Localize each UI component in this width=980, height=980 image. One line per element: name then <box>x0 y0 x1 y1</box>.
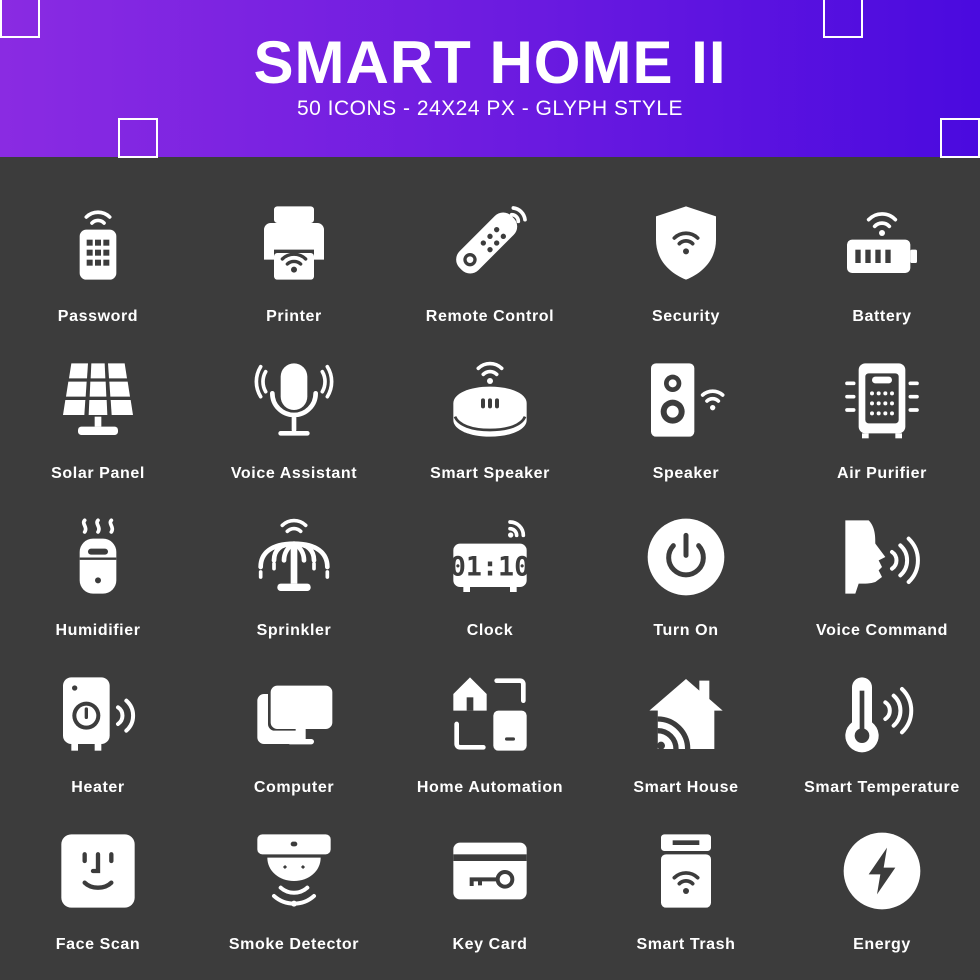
decorative-square <box>940 118 980 158</box>
icon-label: Smart Trash <box>636 936 736 953</box>
icon-card-clock: 01:10 Clock <box>392 471 588 639</box>
digital-clock-icon: 01:10 <box>450 520 530 592</box>
microphone-icon <box>254 363 334 436</box>
icon-card-printer: Printer <box>196 157 392 325</box>
smart-trash-icon <box>661 834 711 908</box>
icon-card-battery: Battery <box>784 157 980 325</box>
icon-card-smart-speaker: Smart Speaker <box>392 314 588 482</box>
air-purifier-icon <box>845 363 919 439</box>
speaker-icon <box>651 363 725 437</box>
energy-bolt-icon <box>843 832 921 910</box>
printer-icon <box>264 206 324 280</box>
icon-card-solar-panel: Solar Panel <box>0 314 196 482</box>
password-remote-icon <box>79 210 117 280</box>
icon-card-energy: Energy <box>784 785 980 953</box>
icon-label: Energy <box>853 936 911 953</box>
power-icon <box>647 518 725 596</box>
icon-card-sprinkler: Sprinkler <box>196 471 392 639</box>
icon-card-air-purifier: Air Purifier <box>784 314 980 482</box>
icon-card-password: Password <box>0 157 196 325</box>
icon-card-computer: Computer <box>196 628 392 796</box>
icon-card-smart-temperature: Smart Temperature <box>784 628 980 796</box>
page-title: SMART HOME II <box>253 29 727 96</box>
home-automation-icon <box>453 677 527 751</box>
face-scan-icon <box>61 834 135 908</box>
icon-label: Key Card <box>452 936 528 953</box>
icon-card-face-scan: Face Scan <box>0 785 196 953</box>
thermometer-icon <box>845 677 914 753</box>
icon-card-humidifier: Humidifier <box>0 471 196 639</box>
sprinkler-icon <box>258 518 330 591</box>
battery-icon <box>847 212 917 273</box>
icon-card-speaker: Speaker <box>588 314 784 482</box>
heater-icon <box>63 677 136 751</box>
computer-icon <box>257 684 333 745</box>
solar-panel-icon <box>63 363 133 435</box>
header-banner: SMART HOME II 50 ICONS - 24X24 PX - GLYP… <box>0 0 980 158</box>
icon-label: Smoke Detector <box>228 936 360 953</box>
icon-grid: Password Printer Remote Control Security <box>0 157 980 953</box>
smoke-detector-icon <box>257 834 331 907</box>
icon-label: Face Scan <box>55 936 141 953</box>
icon-card-smart-house: Smart House <box>588 628 784 796</box>
icon-card-smart-trash: Smart Trash <box>588 785 784 953</box>
icon-card-smoke-detector: Smoke Detector <box>196 785 392 953</box>
icon-card-voice-assistant: Voice Assistant <box>196 314 392 482</box>
icon-card-turn-on: Turn On <box>588 471 784 639</box>
icon-card-key-card: Key Card <box>392 785 588 953</box>
smart-house-icon <box>649 679 723 750</box>
remote-control-icon <box>456 206 527 274</box>
icon-card-voice-command: Voice Command <box>784 471 980 639</box>
humidifier-icon <box>79 518 117 594</box>
decorative-square <box>118 118 158 158</box>
shield-wifi-icon <box>656 206 716 280</box>
page-subtitle: 50 ICONS - 24X24 PX - GLYPH STYLE <box>296 97 684 120</box>
voice-command-icon <box>845 520 920 594</box>
icon-card-security: Security <box>588 157 784 325</box>
icon-card-home-automation: Home Automation <box>392 628 588 796</box>
icon-card-heater: Heater <box>0 628 196 796</box>
clock-display: 01:10 <box>450 552 530 583</box>
key-card-icon <box>453 842 527 900</box>
smart-speaker-icon <box>453 361 527 437</box>
icon-card-remote-control: Remote Control <box>392 157 588 325</box>
